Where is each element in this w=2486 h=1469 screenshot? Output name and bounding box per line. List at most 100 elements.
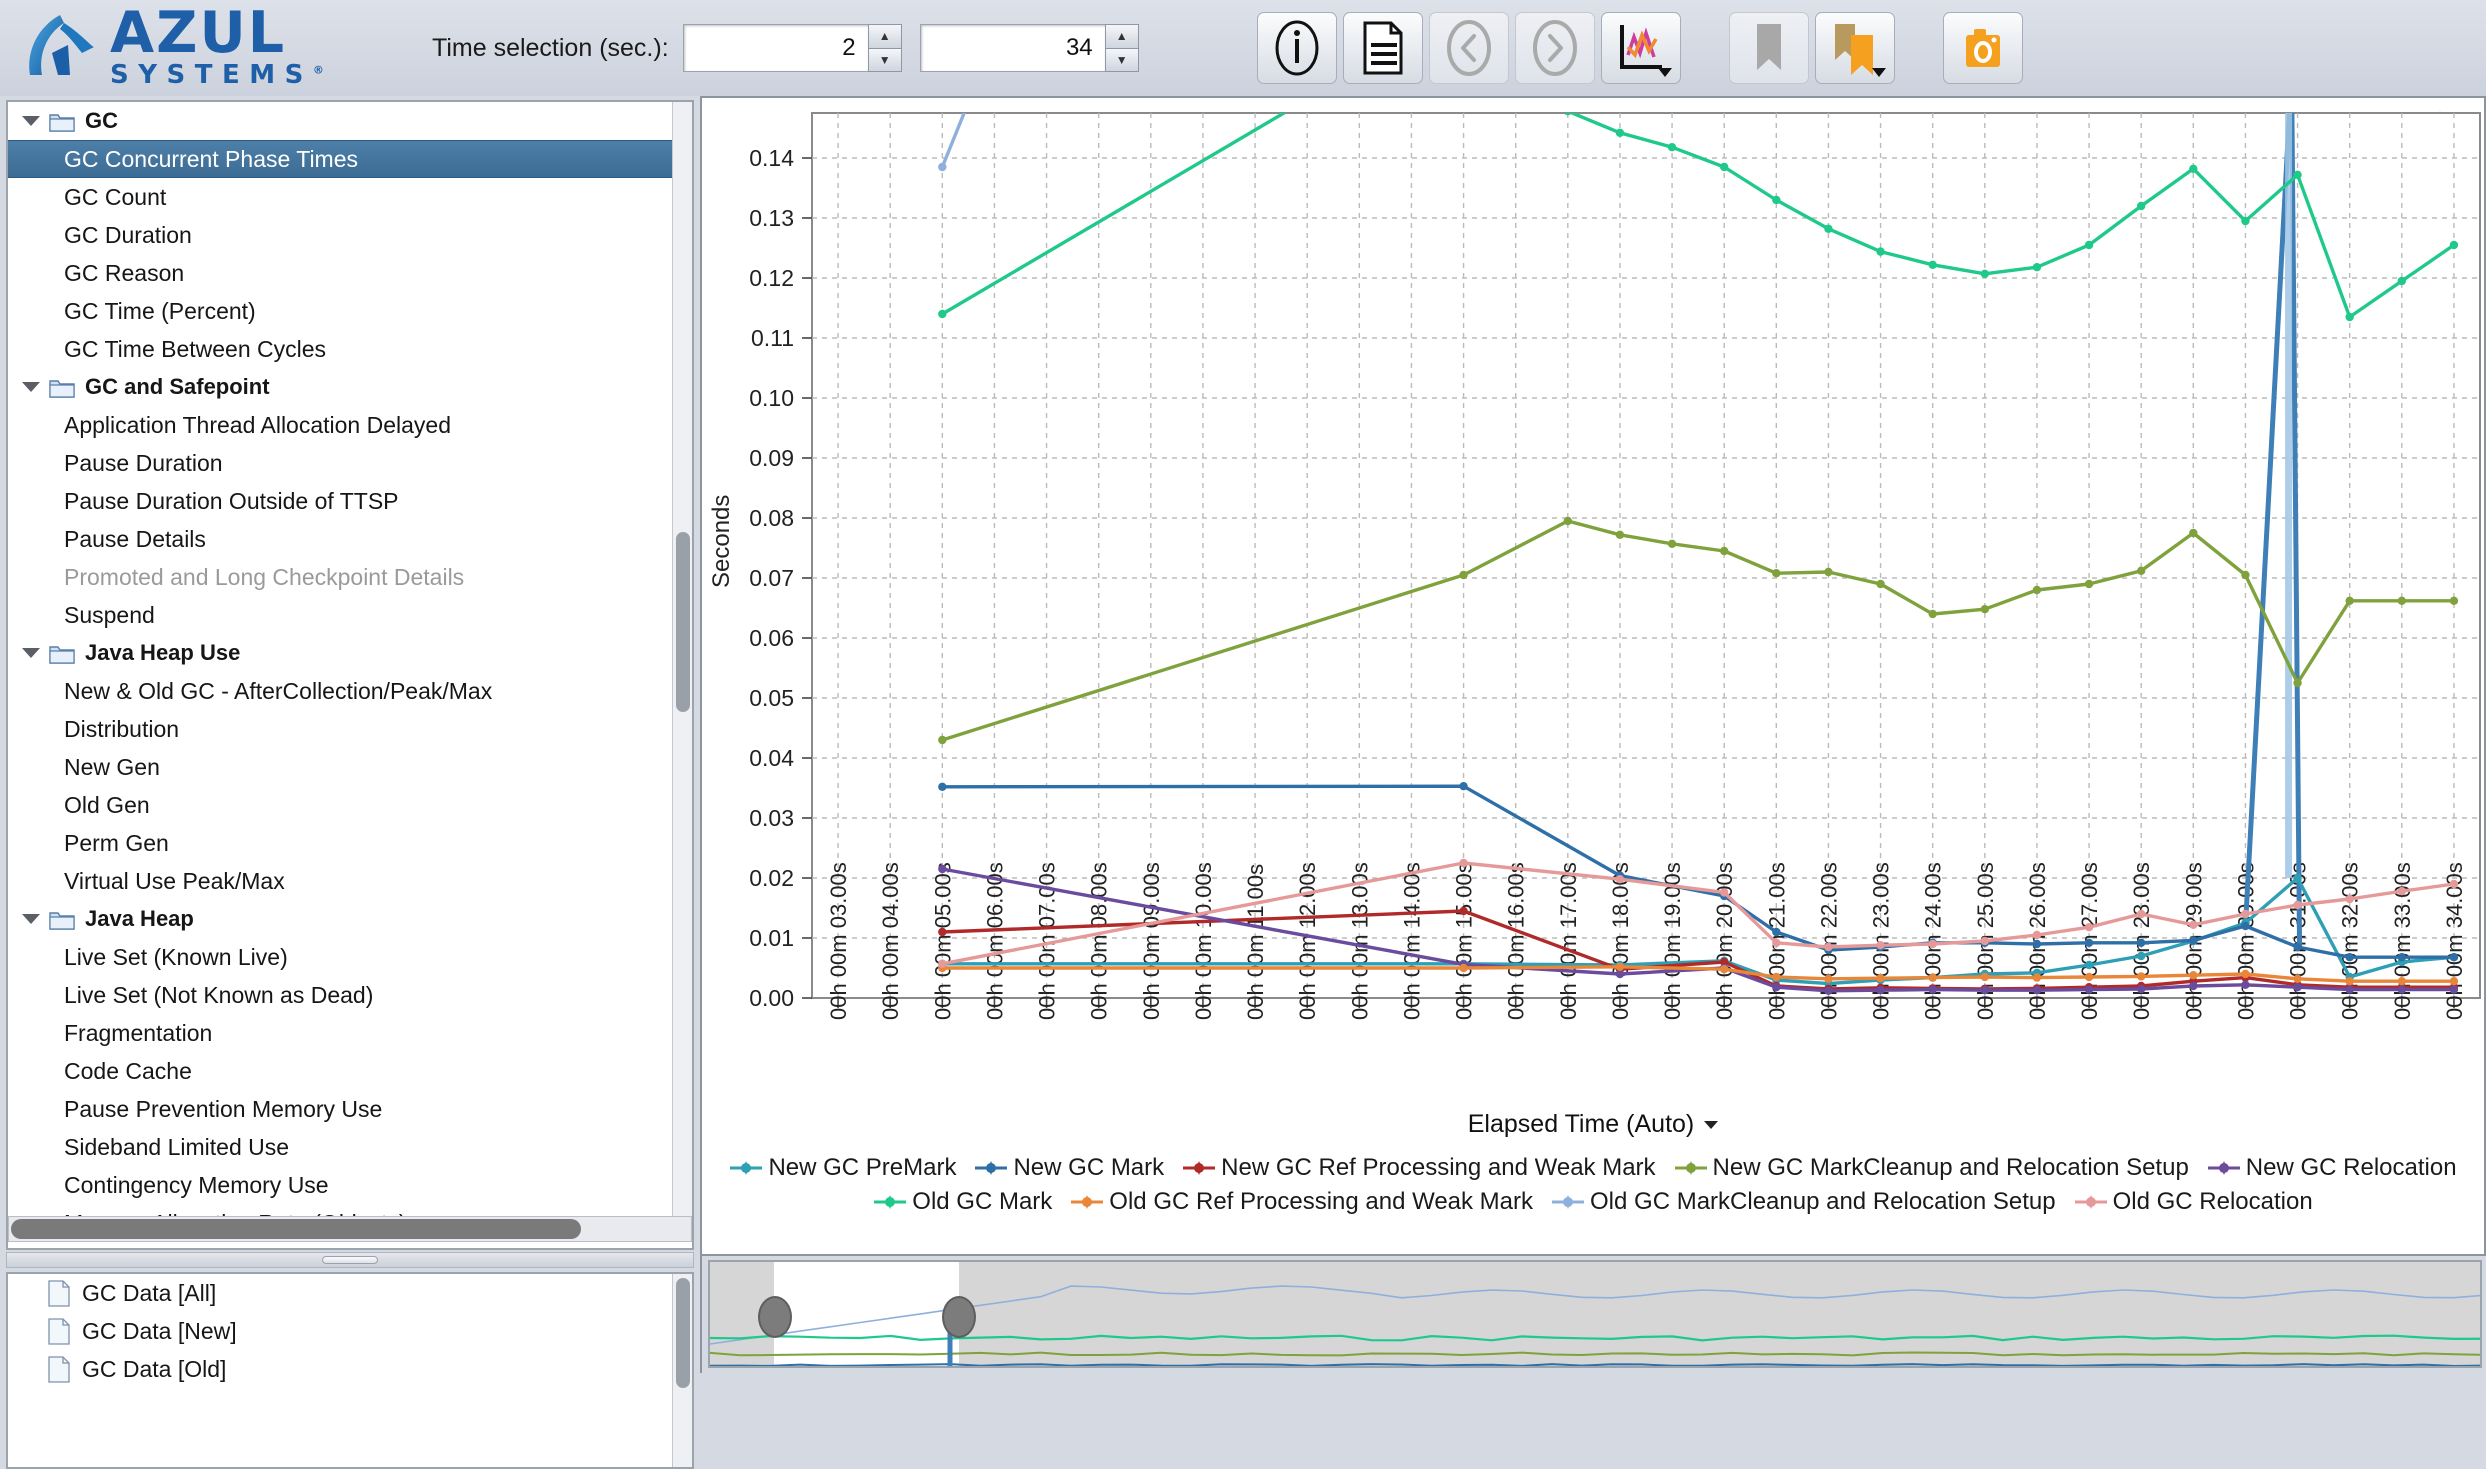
data-point[interactable] <box>1980 936 1990 946</box>
files-vertical-scrollbar[interactable] <box>672 1274 692 1467</box>
data-point[interactable] <box>1615 128 1625 137</box>
data-point[interactable] <box>2189 528 2198 538</box>
chevron-down-icon[interactable] <box>22 648 40 658</box>
metrics-tree[interactable]: GC GC Concurrent Phase Times GC Count GC Du… <box>6 100 694 1250</box>
data-point[interactable] <box>1459 858 1468 868</box>
navigator-right-handle[interactable] <box>942 1296 976 1338</box>
data-point[interactable] <box>2449 240 2459 250</box>
data-point[interactable] <box>2449 985 2459 994</box>
list-item[interactable]: GC Data [New] <box>8 1312 692 1350</box>
data-point[interactable] <box>2136 909 2146 919</box>
data-point[interactable] <box>1980 986 1990 995</box>
data-point[interactable] <box>1928 973 1937 982</box>
data-point[interactable] <box>1459 570 1468 580</box>
report-button[interactable] <box>1342 12 1423 84</box>
list-item[interactable]: GC Data [All] <box>8 1274 692 1312</box>
files-vertical-scroll-thumb[interactable] <box>676 1278 690 1388</box>
sidebar-item-gc-count[interactable]: GC Count <box>8 178 692 216</box>
data-point[interactable] <box>1772 983 1781 992</box>
sidebar-item-virtual-use-peak-max[interactable]: Virtual Use Peak/Max <box>8 862 692 900</box>
sidebar-item-new-gen[interactable]: New Gen <box>8 748 692 786</box>
sidebar-item-old-gen[interactable]: Old Gen <box>8 786 692 824</box>
time-end-spinner[interactable]: ▲ ▼ <box>919 24 1139 72</box>
data-point[interactable] <box>2189 971 2198 980</box>
data-point[interactable] <box>2084 972 2094 982</box>
data-point[interactable] <box>1980 269 1990 278</box>
data-point[interactable] <box>2293 170 2302 179</box>
list-item[interactable]: GC Data [Old] <box>8 1350 692 1388</box>
tree-horizontal-scrollbar[interactable] <box>8 1216 692 1242</box>
time-start-input[interactable] <box>682 24 868 72</box>
data-point[interactable] <box>1719 546 1729 556</box>
data-point[interactable] <box>2345 985 2354 994</box>
sidebar-item-gc-concurrent-phase-times[interactable]: GC Concurrent Phase Times <box>8 140 692 178</box>
data-point[interactable] <box>2189 936 2198 945</box>
data-point[interactable] <box>2449 879 2459 889</box>
splitter-grip[interactable] <box>322 1256 378 1264</box>
legend-item[interactable]: New GC Relocation <box>2207 1154 2457 1182</box>
sidebar-item-new-old-gc-aftercollection-peak-max[interactable]: New & Old GC - AfterCollection/Peak/Max <box>8 672 692 710</box>
data-point[interactable] <box>1824 942 1833 952</box>
sidebar-item-fragmentation[interactable]: Fragmentation <box>8 1014 692 1052</box>
data-point[interactable] <box>938 927 947 937</box>
data-point[interactable] <box>1876 974 1885 983</box>
chevron-down-icon[interactable] <box>22 382 40 392</box>
tree-group-gc-and-safepoint[interactable]: GC and Safepoint <box>8 368 692 406</box>
data-point[interactable] <box>1459 782 1468 791</box>
data-point[interactable] <box>2293 983 2302 992</box>
data-point[interactable] <box>1459 963 1468 973</box>
data-point[interactable] <box>2189 164 2198 173</box>
data-point[interactable] <box>2032 930 2042 940</box>
data-point[interactable] <box>1772 195 1781 205</box>
data-point[interactable] <box>1772 569 1781 578</box>
data-point[interactable] <box>2084 960 2094 970</box>
data-point[interactable] <box>2345 953 2354 962</box>
data-point[interactable] <box>2241 216 2250 226</box>
data-point[interactable] <box>2084 579 2094 589</box>
data-point[interactable] <box>2032 263 2042 272</box>
data-point[interactable] <box>938 162 947 172</box>
snapshot-button[interactable] <box>1942 12 2023 84</box>
data-point[interactable] <box>1980 972 1990 982</box>
data-point[interactable] <box>2345 312 2354 322</box>
legend-item[interactable]: Old GC MarkCleanup and Relocation Setup <box>1551 1188 2056 1216</box>
tree-group-java-heap-use[interactable]: Java Heap Use <box>8 634 692 672</box>
data-point[interactable] <box>1928 939 1937 949</box>
tree-horizontal-scroll-thumb[interactable] <box>11 1219 581 1239</box>
data-point[interactable] <box>2345 894 2354 904</box>
back-button[interactable] <box>1428 12 1509 84</box>
data-point[interactable] <box>2397 596 2407 605</box>
data-point[interactable] <box>2084 938 2094 947</box>
data-point[interactable] <box>2136 984 2146 994</box>
data-point[interactable] <box>1615 969 1625 979</box>
data-point[interactable] <box>2449 953 2459 962</box>
sidebar-item-pause-prevention-memory-use[interactable]: Pause Prevention Memory Use <box>8 1090 692 1128</box>
chevron-down-icon[interactable] <box>22 116 40 126</box>
data-point[interactable] <box>2397 276 2407 286</box>
data-point[interactable] <box>1928 985 1937 994</box>
tree-vertical-scroll-thumb[interactable] <box>676 532 690 712</box>
time-end-decrement-button[interactable]: ▼ <box>1104 47 1139 72</box>
sidebar-item-gc-reason[interactable]: GC Reason <box>8 254 692 292</box>
data-point[interactable] <box>2032 939 2042 949</box>
navigator-left-handle[interactable] <box>758 1296 792 1338</box>
data-point[interactable] <box>1772 938 1781 947</box>
tree-group-java-heap[interactable]: Java Heap <box>8 900 692 938</box>
data-point[interactable] <box>1615 962 1625 971</box>
data-point[interactable] <box>2241 969 2250 979</box>
data-point[interactable] <box>1876 986 1885 995</box>
sidebar-item-live-set-not-known-as-dead[interactable]: Live Set (Not Known as Dead) <box>8 976 692 1014</box>
data-point[interactable] <box>1719 162 1729 172</box>
data-point[interactable] <box>2449 596 2459 605</box>
data-point[interactable] <box>938 735 947 745</box>
time-end-increment-button[interactable]: ▲ <box>1104 24 1139 48</box>
legend-item[interactable]: Old GC Mark <box>873 1188 1052 1216</box>
data-point[interactable] <box>2084 923 2094 932</box>
data-point[interactable] <box>2293 942 2302 952</box>
data-point[interactable] <box>1772 972 1781 982</box>
sidebar-item-gc-duration[interactable]: GC Duration <box>8 216 692 254</box>
navigator-track[interactable] <box>708 1260 2482 1368</box>
data-point[interactable] <box>1667 539 1677 548</box>
data-point[interactable] <box>1824 567 1833 577</box>
data-point[interactable] <box>2136 972 2146 981</box>
